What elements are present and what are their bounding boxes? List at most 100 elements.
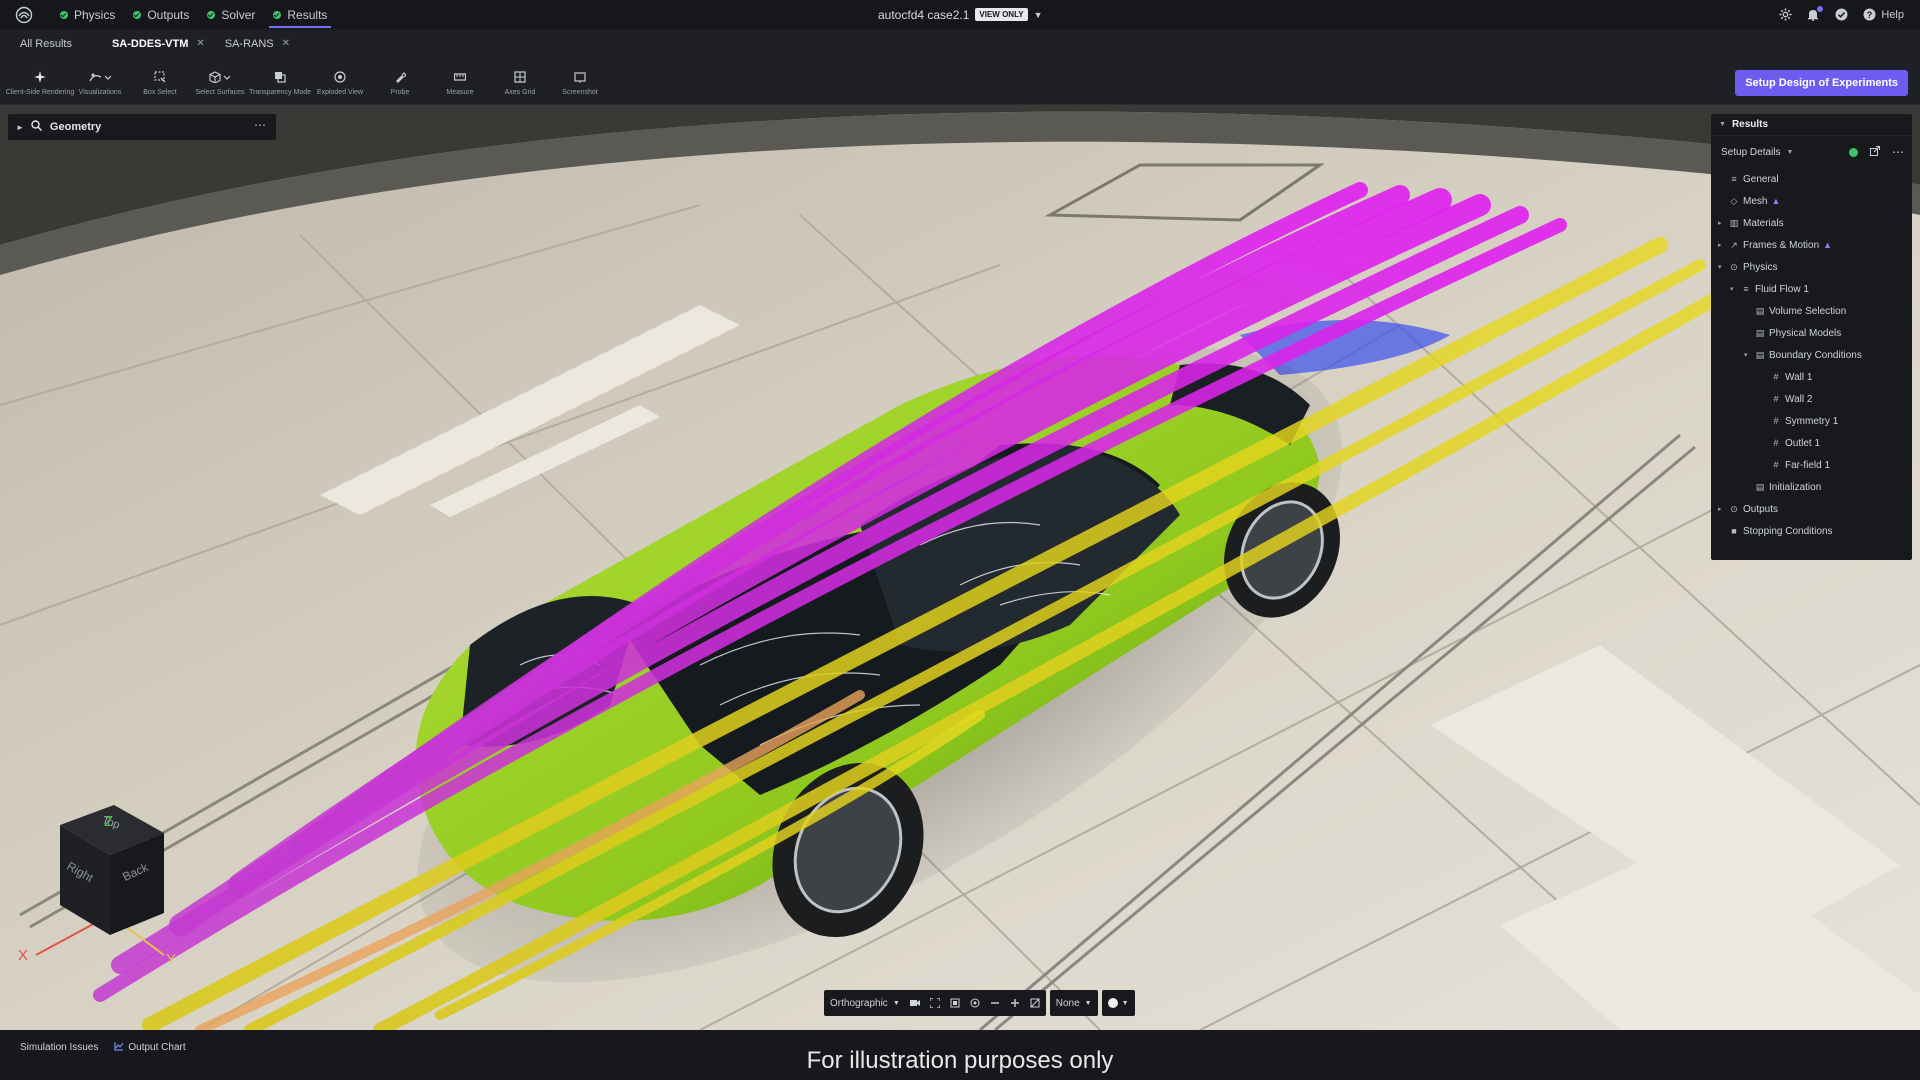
tree-item-far-field-1[interactable]: # Far-field 1	[1711, 454, 1912, 476]
tree-item-wall-2[interactable]: # Wall 2	[1711, 388, 1912, 410]
exploded-view-icon	[334, 67, 346, 87]
tree-item-physical-models[interactable]: ▤ Physical Models	[1711, 322, 1912, 344]
chevron-right-icon[interactable]: ▸	[1718, 219, 1722, 227]
chevron-right-icon[interactable]: ▸	[1718, 241, 1722, 249]
chevron-down-icon[interactable]: ▾	[1718, 263, 1722, 271]
svg-text:?: ?	[1867, 10, 1873, 20]
help-link[interactable]: ? Help	[1862, 8, 1904, 22]
view-tools-group: Orthographic ▼	[824, 990, 1046, 1016]
tree-item-outlet-1[interactable]: # Outlet 1	[1711, 432, 1912, 454]
screenshot-button[interactable]: Screenshot	[550, 58, 610, 105]
project-selector[interactable]: autocfd4 case2.1 VIEW ONLY ▼	[878, 0, 1042, 29]
tree-item-symmetry-1[interactable]: # Symmetry 1	[1711, 410, 1912, 432]
select-surfaces-button[interactable]: Select Surfaces	[190, 58, 250, 105]
tree-item-label: Volume Selection	[1769, 305, 1847, 317]
tree-item-fluid-flow-1[interactable]: ▾ ≡ Fluid Flow 1	[1711, 278, 1912, 300]
app-logo-icon[interactable]	[14, 5, 34, 25]
mesh-icon: ◇	[1730, 195, 1738, 206]
orientation-cube[interactable]: Top Right Back X Y Z	[14, 795, 184, 985]
settings-gear-icon[interactable]	[1778, 8, 1792, 22]
status-ok-icon	[1849, 147, 1858, 157]
axes-grid-button[interactable]: Axes Grid	[490, 58, 550, 105]
zoom-in-icon[interactable]	[1010, 998, 1020, 1008]
view-controls: Orthographic ▼ None ▼ ▼	[824, 990, 1135, 1016]
tool-label: Client-Side Rendering	[5, 88, 75, 96]
close-icon[interactable]: ✕	[196, 38, 204, 49]
search-icon[interactable]	[31, 120, 42, 134]
tree-item-label: Outputs	[1743, 503, 1779, 515]
chevron-right-icon[interactable]: ►	[16, 123, 24, 132]
tree-item-general[interactable]: ≡ General	[1711, 168, 1912, 190]
setup-details-dropdown[interactable]: Setup Details ▼ ⋯	[1711, 136, 1912, 168]
color-swatch-icon: ▼	[1107, 998, 1129, 1008]
view-only-badge: VIEW ONLY	[975, 8, 1028, 21]
frame-selection-icon[interactable]	[950, 998, 960, 1008]
notification-dot	[1817, 5, 1824, 12]
fit-view-icon[interactable]	[929, 998, 940, 1008]
color-picker[interactable]: ▼	[1101, 990, 1135, 1016]
tree-item-physics[interactable]: ▾ ⊙ Physics	[1711, 256, 1912, 278]
results-panel-header[interactable]: ▼ Results	[1711, 114, 1912, 136]
projection-label: Orthographic	[830, 997, 888, 1009]
tree-item-label: Mesh	[1743, 195, 1768, 207]
chevron-down-icon[interactable]: ▾	[1730, 285, 1734, 293]
client-side-rendering-button[interactable]: Client-Side Rendering	[6, 58, 74, 105]
tree-item-wall-1[interactable]: # Wall 1	[1711, 366, 1912, 388]
zoom-out-icon[interactable]	[990, 998, 1000, 1008]
tree-item-mesh[interactable]: ◇ Mesh ▲	[1711, 190, 1912, 212]
chevron-down-icon: ▼	[1121, 999, 1129, 1007]
project-name: autocfd4 case2.1	[878, 7, 970, 22]
stage-physics[interactable]: Physics	[60, 0, 115, 29]
close-icon[interactable]: ✕	[282, 38, 290, 49]
target-icon[interactable]	[970, 998, 980, 1008]
projection-dropdown[interactable]: Orthographic ▼	[830, 998, 900, 1009]
3d-viewport[interactable]: ► Geometry ⋯ ▼ Results Setup Details ▼ ⋯…	[0, 105, 1920, 1030]
physics-icon: ⊙	[1730, 261, 1738, 272]
tree-item-volume-selection[interactable]: ▤ Volume Selection	[1711, 300, 1912, 322]
stage-outputs[interactable]: Outputs	[133, 0, 189, 29]
stage-solver[interactable]: Solver	[207, 0, 255, 29]
open-external-icon[interactable]	[1870, 145, 1880, 159]
tab-sa-ddes-vtm[interactable]: SA-DDES-VTM ✕	[102, 29, 215, 58]
setup-design-of-experiments-button[interactable]: Setup Design of Experiments	[1735, 70, 1908, 96]
tab-sa-rans[interactable]: SA-RANS ✕	[215, 29, 300, 58]
tree-item-initialization[interactable]: ▤ Initialization	[1711, 476, 1912, 498]
top-bar: Physics Outputs Solver Results autocfd4 …	[0, 0, 1920, 29]
more-options-icon[interactable]: ⋯	[1892, 145, 1904, 159]
tool-label: Exploded View	[316, 88, 364, 96]
geometry-panel[interactable]: ► Geometry ⋯	[8, 114, 276, 140]
camera-icon[interactable]	[909, 998, 920, 1008]
setup-tree: ≡ General ◇ Mesh ▲ ▸ ▥ Materials ▸ ↗ Frames & Moti…	[1711, 168, 1912, 542]
reset-view-icon[interactable]	[1030, 998, 1040, 1008]
coloring-group: None ▼	[1049, 990, 1098, 1016]
chevron-down-icon[interactable]: ▾	[1744, 351, 1748, 359]
exploded-view-button[interactable]: Exploded View	[310, 58, 370, 105]
chevron-down-icon: ▼	[1719, 121, 1726, 128]
visualizations-button[interactable]: Visualizations	[70, 58, 130, 105]
chevron-right-icon[interactable]: ▸	[1718, 505, 1722, 513]
visualization-icon	[89, 67, 111, 87]
tree-item-frames-motion[interactable]: ▸ ↗ Frames & Motion ▲	[1711, 234, 1912, 256]
measure-button[interactable]: Measure	[430, 58, 490, 105]
tree-item-outputs[interactable]: ▸ ⊙ Outputs	[1711, 498, 1912, 520]
bell-icon[interactable]	[1806, 5, 1824, 22]
tree-item-materials[interactable]: ▸ ▥ Materials	[1711, 212, 1912, 234]
more-options-icon[interactable]: ⋯	[254, 118, 266, 132]
box-select-button[interactable]: Box Select	[130, 58, 190, 105]
tab-all-results[interactable]: All Results	[0, 29, 82, 58]
probe-button[interactable]: Probe	[370, 58, 430, 105]
coloring-dropdown[interactable]: None ▼	[1056, 998, 1092, 1009]
tab-label: All Results	[20, 37, 72, 50]
stage-results[interactable]: Results	[269, 0, 332, 29]
stage-label: Outputs	[147, 7, 190, 22]
transparency-mode-button[interactable]: Transparency Mode	[249, 58, 311, 105]
motion-icon: ↗	[1730, 239, 1738, 250]
tree-item-boundary-conditions[interactable]: ▾ ▤ Boundary Conditions	[1711, 344, 1912, 366]
check-circle-icon[interactable]	[1834, 8, 1848, 22]
table-icon: ▤	[1755, 481, 1765, 492]
table-icon: ▤	[1755, 327, 1765, 338]
tree-item-stopping-conditions[interactable]: ■ Stopping Conditions	[1711, 520, 1912, 542]
tree-item-label: Materials	[1743, 217, 1784, 229]
tree-item-label: General	[1743, 173, 1779, 185]
tool-label: Select Surfaces	[195, 88, 245, 96]
